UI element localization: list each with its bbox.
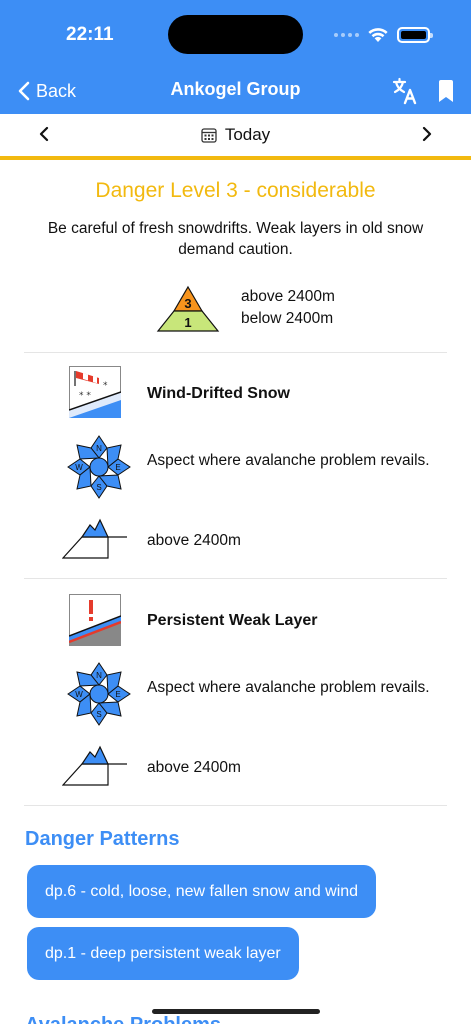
south-label: S xyxy=(96,483,101,492)
above-elevation-label: above 2400m xyxy=(241,288,335,305)
calendar-icon xyxy=(201,128,217,143)
north-label: N xyxy=(96,444,102,453)
status-time: 22:11 xyxy=(66,24,114,45)
wifi-icon xyxy=(368,28,388,42)
problem-title: Persistent Weak Layer xyxy=(147,612,318,629)
divider xyxy=(24,805,447,806)
danger-level-title: Danger Level 3 - considerable xyxy=(95,179,376,202)
app-header: 22:11 Back Ankogel Group xyxy=(0,0,471,114)
status-icons xyxy=(334,24,433,46)
west-label: W xyxy=(75,690,83,699)
west-label: W xyxy=(75,463,83,472)
date-label: Today xyxy=(224,125,271,144)
east-label: E xyxy=(115,690,120,699)
danger-patterns-heading: Danger Patterns xyxy=(25,828,180,850)
cellular-icon xyxy=(334,33,359,37)
svg-text:*: * xyxy=(103,381,108,391)
north-label: N xyxy=(96,671,102,680)
battery-icon xyxy=(397,27,433,43)
danger-pattern-chip[interactable]: dp.6 - cold, loose, new fallen snow and … xyxy=(27,865,377,918)
elevation-mountain-icon xyxy=(62,518,127,559)
aspect-rose-icon: N E S W xyxy=(67,435,131,499)
aspect-description: Aspect where avalanche problem revails. xyxy=(147,452,430,469)
south-label: S xyxy=(96,710,101,719)
aspect-description: Aspect where avalanche problem revails. xyxy=(147,679,430,696)
svg-text:* *: * * xyxy=(79,391,91,401)
translate-icon[interactable] xyxy=(392,77,418,105)
date-display[interactable]: Today xyxy=(0,125,471,145)
wind-drifted-snow-icon: * * * xyxy=(69,366,121,418)
danger-description: Be careful of fresh snowdrifts. Weak lay… xyxy=(47,220,424,258)
elevation-mountain-icon xyxy=(62,745,127,786)
upper-level-number: 3 xyxy=(184,296,191,311)
problem-title: Wind-Drifted Snow xyxy=(147,385,290,402)
east-label: E xyxy=(115,463,120,472)
aspect-rose-icon: N E S W xyxy=(67,662,131,726)
chevron-right-icon[interactable] xyxy=(415,122,439,146)
home-indicator[interactable] xyxy=(152,1009,320,1014)
lower-level-number: 1 xyxy=(184,315,191,330)
elevation-label: above 2400m xyxy=(147,532,241,549)
persistent-weak-layer-icon xyxy=(69,594,121,646)
below-elevation-label: below 2400m xyxy=(241,310,334,327)
danger-pyramid-icon: 3 1 xyxy=(156,285,220,332)
date-selector: Today xyxy=(0,114,471,157)
danger-level-bar xyxy=(0,156,471,160)
elevation-label: above 2400m xyxy=(147,759,241,776)
bookmark-icon[interactable] xyxy=(437,79,455,103)
divider xyxy=(24,352,447,353)
dynamic-island xyxy=(168,15,303,54)
divider xyxy=(24,578,447,579)
danger-pattern-chip[interactable]: dp.1 - deep persistent weak layer xyxy=(27,927,299,980)
avalanche-problems-heading: Avalanche Problems xyxy=(25,1014,221,1024)
